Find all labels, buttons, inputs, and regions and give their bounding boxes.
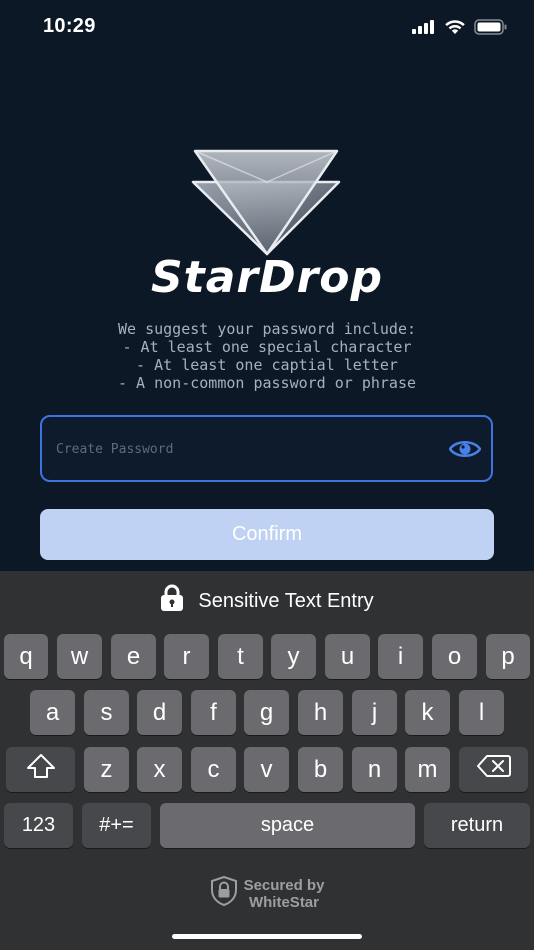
key-j[interactable]: j bbox=[352, 690, 397, 735]
backspace-icon bbox=[476, 755, 511, 784]
symbols-key[interactable]: #+= bbox=[82, 803, 151, 848]
home-indicator[interactable] bbox=[172, 934, 362, 939]
key-r[interactable]: r bbox=[164, 634, 209, 679]
status-bar: 10:29 bbox=[0, 0, 534, 56]
key-e[interactable]: e bbox=[111, 634, 156, 679]
key-m[interactable]: m bbox=[405, 747, 450, 792]
key-v[interactable]: v bbox=[244, 747, 289, 792]
key-x[interactable]: x bbox=[137, 747, 182, 792]
key-u[interactable]: u bbox=[325, 634, 370, 679]
key-f[interactable]: f bbox=[191, 690, 236, 735]
battery-icon bbox=[474, 19, 508, 40]
key-z[interactable]: z bbox=[84, 747, 129, 792]
key-b[interactable]: b bbox=[298, 747, 343, 792]
shift-key[interactable] bbox=[6, 747, 75, 792]
status-time: 10:29 bbox=[43, 15, 96, 37]
key-y[interactable]: y bbox=[271, 634, 316, 679]
key-c[interactable]: c bbox=[191, 747, 236, 792]
key-o[interactable]: o bbox=[432, 634, 477, 679]
keyboard-header-label: Sensitive Text Entry bbox=[198, 589, 374, 612]
password-hint: We suggest your password include: - At le… bbox=[0, 320, 534, 392]
key-t[interactable]: t bbox=[218, 634, 263, 679]
keyboard: Sensitive Text Entry q w e r t y u i o p… bbox=[0, 571, 534, 950]
lock-icon bbox=[160, 584, 184, 618]
key-p[interactable]: p bbox=[486, 634, 530, 679]
confirm-button[interactable]: Confirm bbox=[40, 509, 494, 560]
key-s[interactable]: s bbox=[84, 690, 129, 735]
key-l[interactable]: l bbox=[459, 690, 504, 735]
key-w[interactable]: w bbox=[57, 634, 102, 679]
key-a[interactable]: a bbox=[30, 690, 75, 735]
keyboard-header: Sensitive Text Entry bbox=[0, 571, 534, 631]
key-q[interactable]: q bbox=[4, 634, 48, 679]
key-i[interactable]: i bbox=[378, 634, 423, 679]
secured-by-label: Secured by bbox=[243, 876, 325, 894]
key-n[interactable]: n bbox=[352, 747, 397, 792]
backspace-key[interactable] bbox=[459, 747, 528, 792]
numbers-key[interactable]: 123 bbox=[4, 803, 73, 848]
key-h[interactable]: h bbox=[298, 690, 343, 735]
hint-line: - At least one captial letter bbox=[136, 356, 398, 374]
hint-line: - At least one special character bbox=[122, 338, 412, 356]
key-g[interactable]: g bbox=[244, 690, 289, 735]
secured-by-company: WhiteStar bbox=[248, 893, 319, 911]
star-triangle-logo-icon bbox=[187, 148, 347, 256]
secured-by-text: Secured by WhiteStar bbox=[244, 877, 325, 911]
secured-by-badge: Secured by WhiteStar bbox=[0, 875, 534, 911]
key-k[interactable]: k bbox=[405, 690, 450, 735]
password-field[interactable] bbox=[40, 415, 493, 482]
space-key[interactable]: space bbox=[160, 803, 415, 848]
key-d[interactable]: d bbox=[137, 690, 182, 735]
shield-lock-icon bbox=[210, 875, 238, 911]
password-input[interactable] bbox=[54, 417, 438, 482]
status-icons bbox=[412, 19, 508, 40]
signal-icon bbox=[412, 20, 436, 39]
shift-icon bbox=[26, 753, 56, 786]
return-key[interactable]: return bbox=[424, 803, 530, 848]
wifi-icon bbox=[444, 19, 466, 40]
hint-line: We suggest your password include: bbox=[117, 320, 416, 338]
eye-icon[interactable] bbox=[447, 435, 483, 463]
brand-name: StarDrop bbox=[150, 252, 384, 303]
hint-line: - A non-common password or phrase bbox=[117, 374, 416, 392]
